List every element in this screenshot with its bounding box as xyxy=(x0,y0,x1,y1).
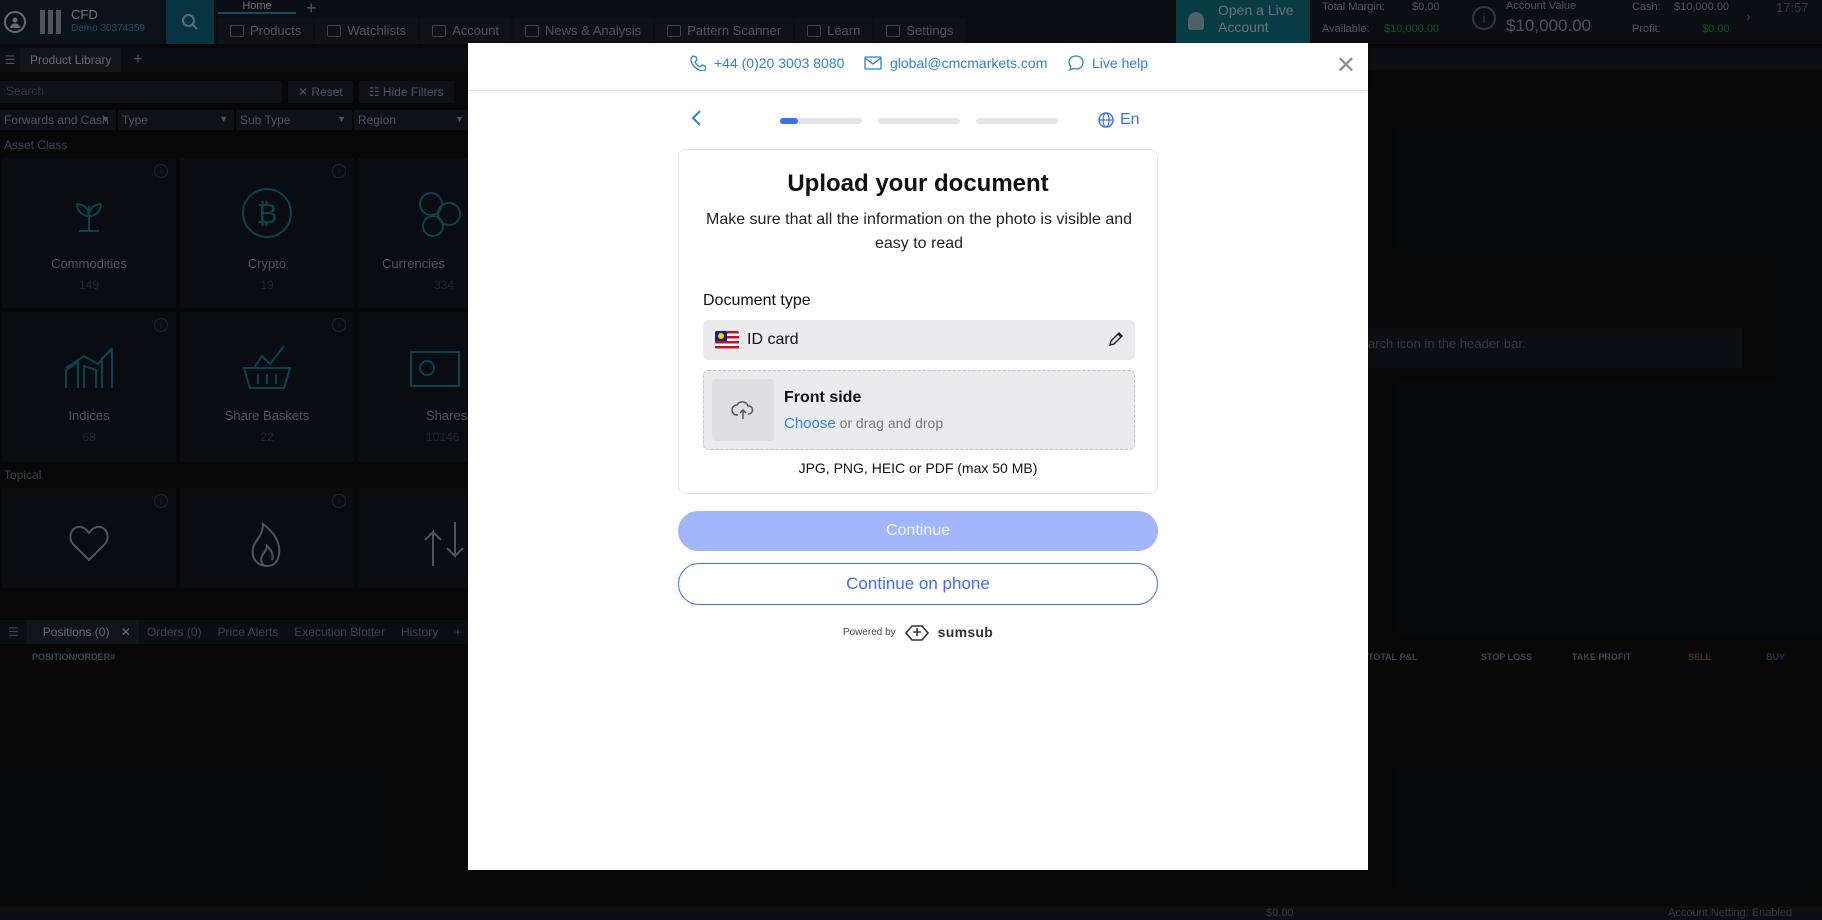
globe-icon xyxy=(1098,112,1114,128)
email-address: global@cmcmarkets.com xyxy=(890,55,1048,71)
upload-hint: Choose or drag and drop xyxy=(784,415,943,432)
powered-by: Powered by sumsub xyxy=(468,623,1368,641)
document-upload-modal: +44 (0)20 3003 8080 global@cmcmarkets.co… xyxy=(468,43,1368,870)
phone-number: +44 (0)20 3003 8080 xyxy=(714,55,845,71)
powered-by-label: Powered by xyxy=(842,626,896,638)
live-help-label: Live help xyxy=(1092,55,1149,71)
front-side-label: Front side xyxy=(784,389,862,406)
document-type-selector[interactable]: ID card xyxy=(703,320,1135,360)
close-icon[interactable]: ✕ xyxy=(1336,51,1356,80)
modal-contact-bar: +44 (0)20 3003 8080 global@cmcmarkets.co… xyxy=(468,43,1368,91)
page-title: Upload your document xyxy=(787,170,1049,197)
back-chevron-icon[interactable] xyxy=(690,109,702,133)
live-help-link[interactable]: Live help xyxy=(1068,55,1148,71)
sumsub-logo-icon xyxy=(904,625,929,641)
chat-icon xyxy=(1068,55,1084,71)
upload-thumbnail xyxy=(712,379,774,441)
email-link[interactable]: global@cmcmarkets.com xyxy=(864,55,1047,71)
phone-link[interactable]: +44 (0)20 3003 8080 xyxy=(690,55,844,71)
progress-step-3 xyxy=(976,118,1058,124)
front-side-dropzone[interactable]: Front side Choose or drag and drop xyxy=(703,370,1135,450)
progress-step-2 xyxy=(878,118,960,124)
malaysia-flag-icon xyxy=(715,331,739,349)
pencil-icon[interactable] xyxy=(1107,330,1125,348)
progress-step-1 xyxy=(780,118,862,124)
continue-on-phone-button[interactable]: Continue on phone xyxy=(678,563,1158,605)
phone-icon xyxy=(690,55,706,71)
mail-icon xyxy=(864,56,882,70)
document-type-label: Document type xyxy=(703,292,811,309)
drag-drop-text: or drag and drop xyxy=(839,415,944,431)
choose-file-link[interactable]: Choose xyxy=(784,415,836,432)
cloud-upload-icon xyxy=(731,401,754,419)
formats-hint: JPG, PNG, HEIC or PDF (max 50 MB) xyxy=(798,460,1038,476)
continue-button[interactable]: Continue xyxy=(678,511,1158,551)
instruction-text: Make sure that all the information on th… xyxy=(705,211,1133,252)
language-label: En xyxy=(1120,111,1140,128)
sumsub-brand: sumsub xyxy=(937,624,994,640)
language-selector[interactable]: En xyxy=(1098,111,1140,129)
upload-card: Upload your document Make sure that all … xyxy=(678,149,1158,494)
document-type-value: ID card xyxy=(747,331,799,348)
